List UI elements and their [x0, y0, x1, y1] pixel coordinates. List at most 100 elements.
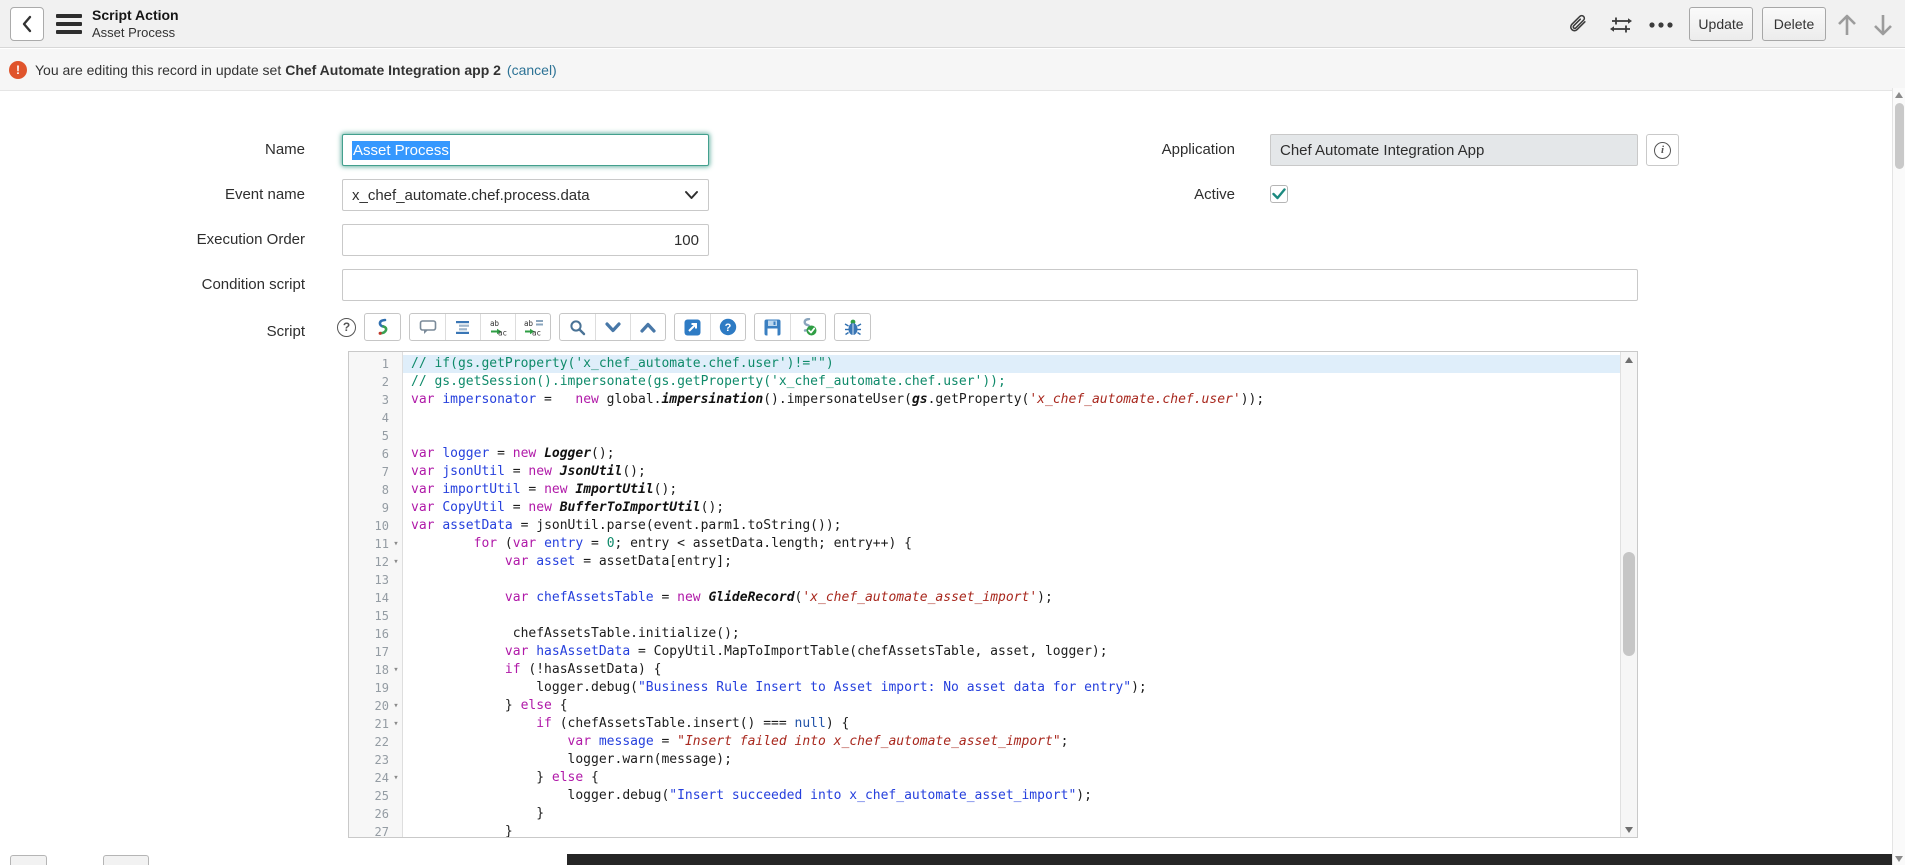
fold-spacer — [389, 589, 403, 607]
fold-toggle-icon[interactable]: ▾ — [389, 715, 403, 733]
line-number: 2 — [349, 373, 389, 391]
fold-toggle-icon[interactable]: ▾ — [389, 661, 403, 679]
execution-order-label: Execution Order — [60, 231, 305, 248]
code-line: 4 — [349, 409, 1620, 427]
check-icon — [1272, 188, 1286, 200]
condition-script-input[interactable] — [342, 269, 1638, 301]
code-line: 16 chefAssetsTable.initialize(); — [349, 625, 1620, 643]
page-scrollbar[interactable] — [1892, 88, 1905, 865]
fold-toggle-icon[interactable]: ▾ — [389, 535, 403, 553]
next-record-icon[interactable] — [1870, 12, 1896, 38]
line-number: 27 — [349, 823, 389, 838]
fold-spacer — [389, 373, 403, 391]
warning-icon: ! — [9, 61, 27, 79]
fold-spacer — [389, 625, 403, 643]
line-number: 24 — [349, 769, 389, 787]
page-scroll-up-icon[interactable] — [1893, 88, 1905, 101]
partial-bottom-button-2[interactable] — [103, 855, 149, 865]
active-checkbox[interactable] — [1270, 185, 1288, 203]
code-text: } — [403, 805, 1620, 823]
code-text: var message = "Insert failed into x_chef… — [403, 733, 1620, 751]
update-button[interactable]: Update — [1689, 7, 1753, 41]
execution-order-input[interactable]: 100 — [342, 224, 709, 256]
code-line: 23 logger.warn(message); — [349, 751, 1620, 769]
code-line: 20▾ } else { — [349, 697, 1620, 715]
code-line: 8var importUtil = new ImportUtil(); — [349, 481, 1620, 499]
fold-toggle-icon[interactable]: ▾ — [389, 553, 403, 571]
fold-spacer — [389, 355, 403, 373]
find-previous-icon[interactable] — [630, 314, 665, 340]
partial-bottom-button-1[interactable] — [10, 855, 47, 865]
info-icon: i — [1654, 142, 1671, 159]
sliders-icon[interactable] — [1608, 12, 1634, 38]
previous-record-icon[interactable] — [1834, 12, 1860, 38]
event-name-label: Event name — [60, 186, 305, 203]
back-button[interactable] — [10, 7, 44, 41]
search-icon[interactable] — [560, 314, 595, 340]
svg-text:ab: ab — [490, 319, 500, 328]
line-number: 22 — [349, 733, 389, 751]
code-line: 25 logger.debug("Insert succeeded into x… — [349, 787, 1620, 805]
code-line: 6var logger = new Logger(); — [349, 445, 1620, 463]
save-icon[interactable] — [755, 314, 790, 340]
code-line: 13 — [349, 571, 1620, 589]
syntax-check-icon[interactable] — [790, 314, 825, 340]
editor-lines: 1// if(gs.getProperty('x_chef_automate.c… — [349, 355, 1620, 838]
editor-scrollbar[interactable] — [1620, 352, 1637, 837]
help-icon[interactable]: ? — [337, 318, 356, 337]
application-info-button[interactable]: i — [1646, 134, 1679, 166]
code-line: 10 var assetData = jsonUtil.parse(event.p… — [349, 517, 1620, 535]
line-number: 19 — [349, 679, 389, 697]
cancel-link[interactable]: (cancel) — [507, 62, 557, 78]
scroll-up-icon[interactable] — [1621, 352, 1637, 367]
fold-spacer — [389, 751, 403, 769]
delete-button[interactable]: Delete — [1762, 7, 1826, 41]
svg-text:ab: ab — [524, 319, 534, 328]
application-label: Application — [990, 141, 1235, 158]
replace-icon[interactable]: ab ac — [480, 314, 515, 340]
code-text: var jsonUtil = new JsonUtil(); — [403, 463, 1620, 481]
code-text: var impersonator = new global.impersinat… — [403, 391, 1620, 409]
code-line: 26 } — [349, 805, 1620, 823]
event-name-select[interactable]: x_chef_automate.chef.process.data — [342, 179, 709, 211]
condition-script-label: Condition script — [60, 276, 305, 293]
record-title: Asset Process — [92, 25, 175, 40]
page-scroll-down-icon[interactable] — [1893, 852, 1905, 865]
fold-spacer — [389, 787, 403, 805]
attachment-icon[interactable] — [1565, 12, 1591, 38]
fold-spacer — [389, 823, 403, 838]
fold-spacer — [389, 517, 403, 535]
line-number: 4 — [349, 409, 389, 427]
svg-text:ac: ac — [498, 328, 507, 336]
code-text: logger.debug("Insert succeeded into x_ch… — [403, 787, 1620, 805]
code-line: 15 — [349, 607, 1620, 625]
code-text — [403, 409, 1620, 427]
page-scrollbar-thumb[interactable] — [1895, 103, 1904, 169]
fold-toggle-icon[interactable]: ▾ — [389, 769, 403, 787]
menu-icon[interactable] — [56, 14, 82, 34]
script-editor[interactable]: 1// if(gs.getProperty('x_chef_automate.c… — [348, 351, 1638, 838]
code-line: 14 var chefAssetsTable = new GlideRecord… — [349, 589, 1620, 607]
find-next-icon[interactable] — [595, 314, 630, 340]
fold-toggle-icon[interactable]: ▾ — [389, 697, 403, 715]
open-in-new-window-icon[interactable] — [675, 314, 710, 340]
application-value: Chef Automate Integration App — [1280, 142, 1484, 159]
fold-spacer — [389, 409, 403, 427]
more-options-icon[interactable] — [1648, 12, 1674, 38]
line-number: 25 — [349, 787, 389, 805]
line-number: 16 — [349, 625, 389, 643]
scripting-help-icon[interactable]: ? — [710, 314, 745, 340]
line-number: 21 — [349, 715, 389, 733]
syntax-editor-toggle-icon[interactable] — [365, 314, 400, 340]
line-number: 10 — [349, 517, 389, 535]
line-number: 18 — [349, 661, 389, 679]
editor-scrollbar-thumb[interactable] — [1623, 552, 1635, 656]
format-code-icon[interactable] — [445, 314, 480, 340]
comment-icon[interactable] — [410, 314, 445, 340]
name-input[interactable]: Asset Process — [342, 134, 709, 166]
line-number: 14 — [349, 589, 389, 607]
replace-all-icon[interactable]: ab ac — [515, 314, 550, 340]
code-text: var assetData = jsonUtil.parse(event.par… — [403, 517, 1620, 535]
scroll-down-icon[interactable] — [1621, 822, 1637, 837]
debug-icon[interactable] — [835, 314, 870, 340]
